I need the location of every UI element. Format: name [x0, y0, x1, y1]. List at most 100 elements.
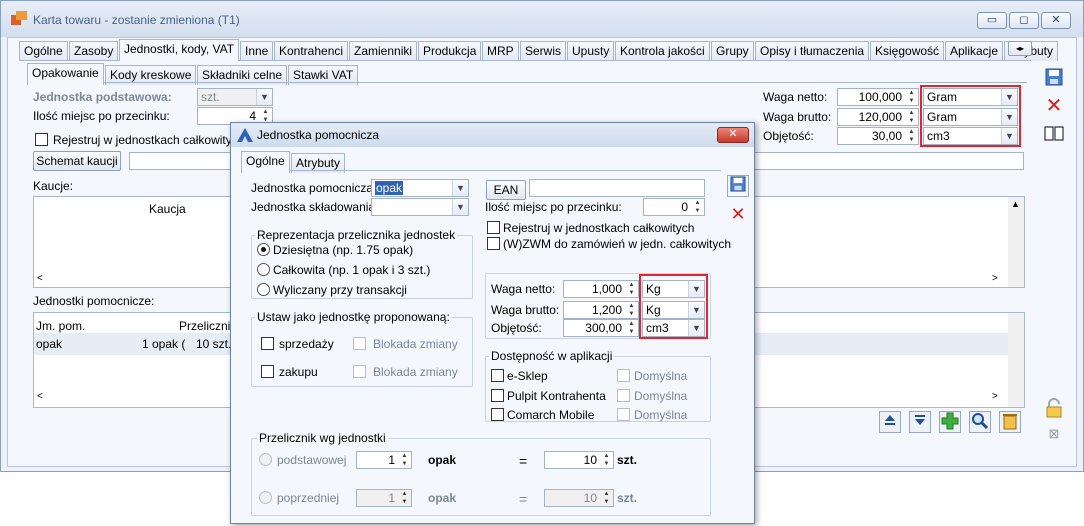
dialog-decimals-value: 0 [681, 200, 688, 214]
converter-prev-radio[interactable] [259, 491, 272, 504]
repr-integer-radio[interactable] [257, 263, 270, 276]
delete-icon[interactable] [999, 411, 1021, 433]
tab-main-9[interactable]: Upusty [567, 41, 615, 61]
book-icon[interactable] [1043, 123, 1065, 145]
tab-main-14[interactable]: Aplikacje [945, 41, 1004, 61]
tab-main-13[interactable]: Księgowość [870, 41, 945, 61]
net-weight-input[interactable]: 100,000 ▲ ▼ [837, 88, 919, 106]
converter-prev-right-input[interactable]: 10 ▲ ▼ [544, 489, 614, 507]
base-unit-select[interactable]: szt. ▼ [197, 88, 273, 106]
app-mobile-checkbox[interactable] [491, 408, 504, 421]
tab-scroll-buttons[interactable]: ◂▸ [1008, 41, 1032, 56]
spinner-icon[interactable]: ▲ ▼ [399, 490, 410, 506]
search-icon[interactable] [969, 411, 991, 433]
minimize-button[interactable]: ▭ [977, 12, 1007, 29]
pin-icon[interactable]: ⊠ [1043, 423, 1065, 445]
sales-checkbox[interactable] [261, 337, 274, 350]
app-pulpit-default-checkbox[interactable] [617, 389, 630, 402]
scroll-up-icon[interactable]: ▲ [1011, 199, 1020, 209]
sales-lock-checkbox[interactable] [353, 337, 366, 350]
move-down-icon[interactable] [909, 411, 931, 433]
tab-main-1[interactable]: Zasoby [69, 41, 119, 61]
converter-base-radio[interactable] [259, 453, 272, 466]
converter-prev-left-unit: opak [428, 491, 457, 505]
ean-button[interactable]: EAN [486, 180, 526, 200]
spinner-icon[interactable]: ▲ ▼ [626, 320, 637, 336]
repr-transaction-radio[interactable] [257, 283, 270, 296]
app-pulpit-label: Pulpit Kontrahenta [507, 389, 606, 403]
converter-base-left-input[interactable]: 1 ▲ ▼ [356, 451, 412, 469]
tab-main-0[interactable]: Ogólne [19, 41, 68, 61]
scroll-left-icon[interactable]: < [37, 391, 43, 402]
tab-main-10[interactable]: Kontrola jakości [615, 41, 710, 61]
move-up-icon[interactable] [879, 411, 901, 433]
spinner-icon[interactable]: ▲ ▼ [626, 281, 637, 297]
ean-input[interactable] [529, 179, 705, 197]
dialog-volume-input[interactable]: 300,00 ▲ ▼ [563, 319, 639, 337]
tab-sub-0[interactable]: Opakowanie [27, 63, 104, 85]
deposit-scheme-button[interactable]: Schemat kaucji [33, 151, 121, 171]
spinner-icon[interactable]: ▲ ▼ [692, 199, 703, 215]
purchase-lock-checkbox[interactable] [353, 365, 366, 378]
scroll-right-icon[interactable]: > [992, 391, 998, 402]
tab-main-5[interactable]: Zamienniki [349, 41, 418, 61]
purchase-checkbox[interactable] [261, 365, 274, 378]
app-eshop-default-checkbox[interactable] [617, 369, 630, 382]
repr-decimal-radio[interactable] [257, 243, 270, 256]
scroll-left-icon[interactable]: < [37, 273, 43, 284]
app-pulpit-checkbox[interactable] [491, 389, 504, 402]
dialog-decimals-stepper[interactable]: 0 ▲ ▼ [643, 198, 705, 216]
app-mobile-default-checkbox[interactable] [617, 408, 630, 421]
converter-base-right-input[interactable]: 10 ▲ ▼ [544, 451, 614, 469]
tab-main-3[interactable]: Inne [240, 41, 274, 61]
storage-unit-select[interactable]: ▼ [371, 198, 469, 216]
tab-main-6[interactable]: Produkcja [418, 41, 482, 61]
maximize-button[interactable]: ◻ [1009, 12, 1039, 29]
aux-unit-select[interactable]: opak ▼ [371, 179, 469, 197]
spinner-icon[interactable]: ▲ ▼ [906, 109, 917, 125]
spinner-icon[interactable]: ▲ ▼ [626, 302, 637, 318]
wzwm-checkbox[interactable] [487, 237, 500, 250]
dialog-highlight-box [639, 274, 708, 339]
spinner-icon[interactable]: ▲ ▼ [906, 128, 917, 144]
register-whole-units-checkbox[interactable] [35, 133, 48, 146]
volume-label: Objętość: [763, 129, 814, 143]
tab-main-11[interactable]: Grupy [711, 41, 754, 61]
gross-weight-input[interactable]: 120,000 ▲ ▼ [837, 108, 919, 126]
spinner-icon[interactable]: ▲ ▼ [601, 452, 612, 468]
lock-icon[interactable] [1043, 397, 1065, 419]
dialog-volume-label: Objętość: [491, 321, 542, 335]
spinner-icon[interactable]: ▲ ▼ [399, 452, 410, 468]
tab-main-7[interactable]: MRP [482, 41, 519, 61]
tab-main-8[interactable]: Serwis [520, 41, 567, 61]
app-eshop-checkbox[interactable] [491, 369, 504, 382]
dialog-register-checkbox[interactable] [487, 221, 500, 234]
main-tab-bar: Ogólne Zasoby Jednostki, kody, VAT Inne Kont… [19, 39, 1059, 61]
add-icon[interactable] [939, 411, 961, 433]
tab-scroll-right-icon[interactable]: ▸ [1020, 44, 1024, 53]
deposit-column-header: Kaucja [149, 202, 186, 216]
dialog-cancel-icon[interactable]: ✕ [727, 203, 749, 225]
converter-prev-left-input[interactable]: 1 ▲ ▼ [356, 489, 412, 507]
sales-lock-label: Blokada zmiany [373, 337, 458, 351]
aux-scrollbar[interactable] [1008, 313, 1024, 407]
tab-dialog-0[interactable]: Ogólne [241, 151, 290, 173]
save-icon[interactable] [1043, 67, 1065, 89]
dialog-close-button[interactable]: ✕ [717, 127, 749, 143]
tab-main-2[interactable]: Jednostki, kody, VAT [119, 39, 240, 61]
converter-prev-right-unit: szt. [617, 491, 638, 505]
scroll-right-icon[interactable]: > [992, 273, 998, 284]
volume-input[interactable]: 30,00 ▲ ▼ [837, 127, 919, 145]
register-whole-units-label: Rejestruj w jednostkach całkowitych [53, 133, 245, 147]
dialog-net-input[interactable]: 1,000 ▲ ▼ [563, 280, 639, 298]
dialog-gross-input[interactable]: 1,200 ▲ ▼ [563, 301, 639, 319]
cancel-icon[interactable]: ✕ [1043, 95, 1065, 117]
deposits-scrollbar[interactable] [1008, 197, 1024, 287]
dialog-save-icon[interactable] [727, 175, 749, 197]
tab-main-12[interactable]: Opisy i tłumaczenia [755, 41, 870, 61]
spinner-icon[interactable]: ▲ ▼ [601, 490, 612, 506]
close-button[interactable]: ✕ [1041, 12, 1071, 29]
spinner-icon[interactable]: ▲ ▼ [906, 89, 917, 105]
tab-main-4[interactable]: Kontrahenci [274, 41, 349, 61]
net-weight-value: 100,000 [858, 90, 902, 104]
